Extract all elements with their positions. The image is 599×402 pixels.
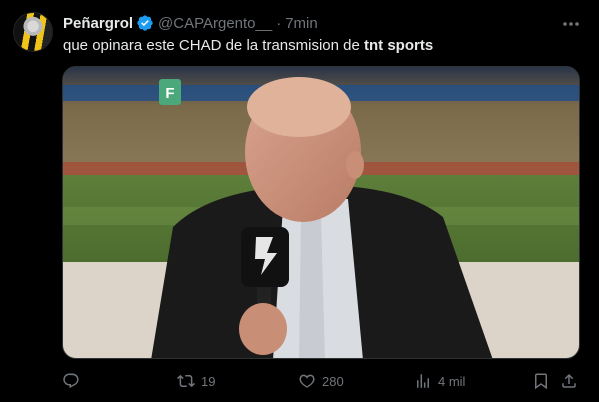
views-button[interactable]: 4 mil (414, 370, 465, 392)
share-button[interactable] (560, 370, 578, 392)
heart-icon (299, 374, 315, 388)
verified-badge-icon (136, 14, 154, 32)
tweet-media-image[interactable]: F (62, 66, 580, 359)
separator-dot: · (276, 14, 282, 32)
retweet-count: 19 (201, 373, 216, 389)
views-icon (417, 374, 429, 388)
reply-button[interactable] (62, 370, 86, 392)
media-photo: F (63, 67, 579, 358)
like-button[interactable]: 280 (298, 370, 344, 392)
tweet-header: Peñargrol @CAPArgento__ · 7min (63, 13, 318, 33)
tweet-text-bold: tnt sports (364, 37, 434, 54)
tweet[interactable]: Peñargrol @CAPArgento__ · 7min que opina… (0, 0, 599, 402)
tweet-text: que opinara este CHAD de la transmision … (63, 36, 433, 56)
channel-logo: F (159, 79, 181, 105)
timestamp[interactable]: 7min (285, 15, 318, 32)
bookmark-button[interactable] (532, 370, 550, 392)
more-options-icon[interactable] (561, 14, 581, 34)
like-count: 280 (322, 373, 344, 389)
tweet-actions: 19 280 4 mil (62, 370, 582, 392)
display-name[interactable]: Peñargrol (63, 15, 133, 32)
retweet-icon (177, 374, 195, 388)
share-icon (562, 373, 576, 388)
views-count: 4 mil (438, 373, 466, 389)
avatar[interactable] (13, 12, 53, 52)
bookmark-icon (535, 373, 547, 390)
channel-logo-letter: F (165, 85, 174, 102)
handle[interactable]: @CAPArgento__ (158, 15, 272, 32)
tweet-text-plain: que opinara este CHAD de la transmision … (63, 37, 364, 54)
reply-icon (63, 373, 79, 389)
retweet-button[interactable]: 19 (177, 370, 215, 392)
